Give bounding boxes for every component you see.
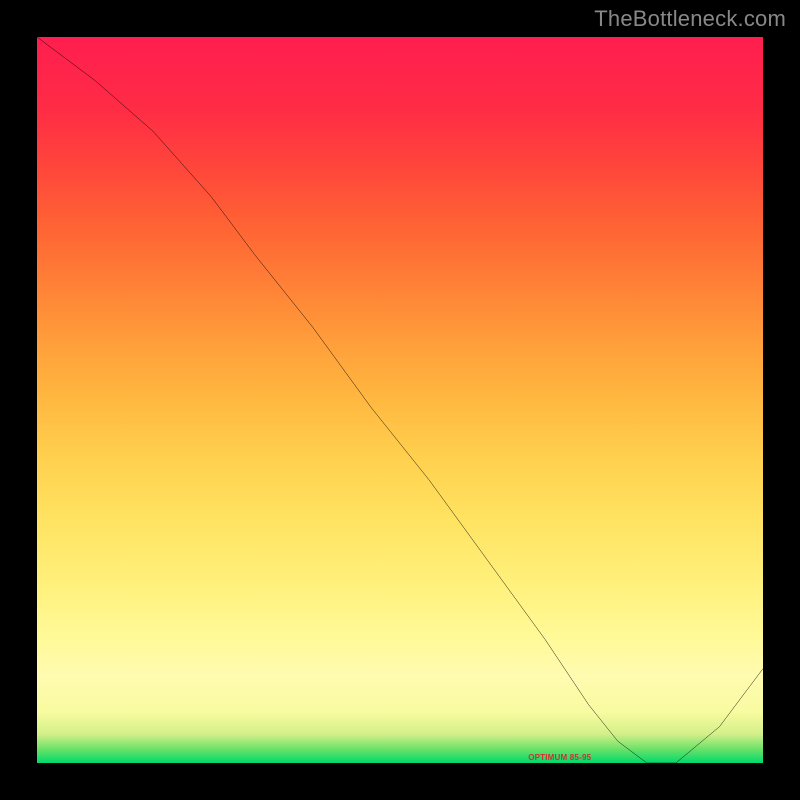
- watermark-text: TheBottleneck.com: [594, 6, 786, 32]
- plot-frame: OPTIMUM 85-95: [30, 30, 770, 770]
- gradient-background: [37, 37, 763, 763]
- chart-container: TheBottleneck.com OPTIMUM 85-95: [0, 0, 800, 800]
- optimum-marker-label: OPTIMUM 85-95: [528, 753, 591, 762]
